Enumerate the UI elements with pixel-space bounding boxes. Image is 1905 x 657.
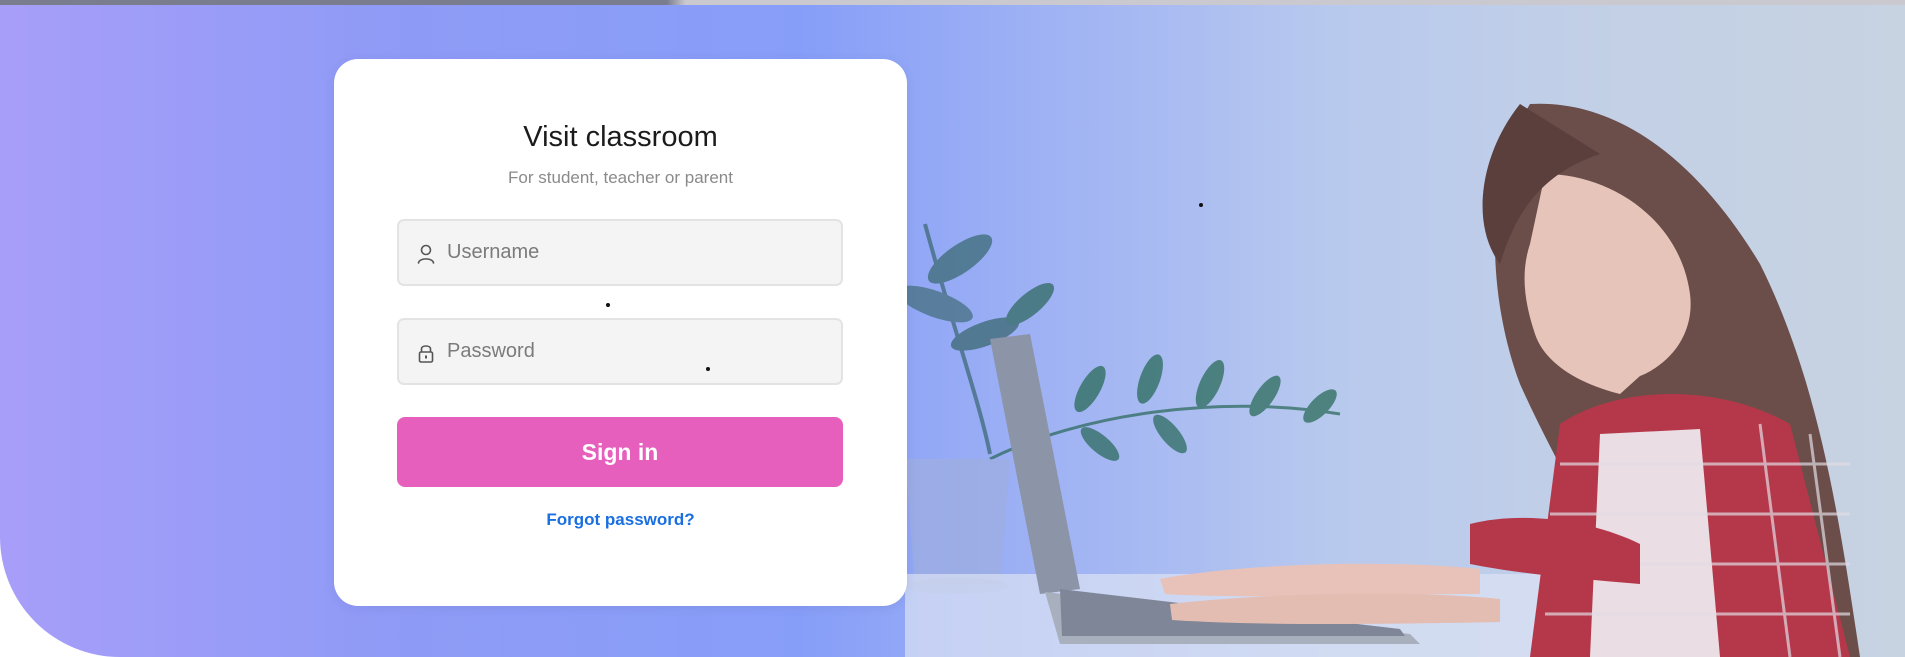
hero-illustration xyxy=(897,103,1860,657)
password-field[interactable] xyxy=(397,318,843,385)
cursor-dot xyxy=(1199,203,1203,207)
plant-illustration xyxy=(897,223,1341,461)
page-title: Visit classroom xyxy=(523,121,718,153)
user-icon xyxy=(416,243,436,265)
forgot-password-link[interactable]: Forgot password? xyxy=(334,510,907,530)
username-input[interactable] xyxy=(447,221,827,284)
page-subtitle: For student, teacher or parent xyxy=(508,168,733,187)
cursor-dot xyxy=(606,303,610,307)
sign-in-button[interactable]: Sign in xyxy=(397,417,843,487)
plant-pot xyxy=(905,459,1010,584)
hero-banner xyxy=(0,4,1905,657)
lock-icon xyxy=(416,342,436,364)
password-input[interactable] xyxy=(447,320,827,383)
username-field[interactable] xyxy=(397,219,843,286)
top-border xyxy=(0,0,1905,5)
login-card: Visit classroom For student, teacher or … xyxy=(334,59,907,606)
cursor-dot xyxy=(706,367,710,371)
